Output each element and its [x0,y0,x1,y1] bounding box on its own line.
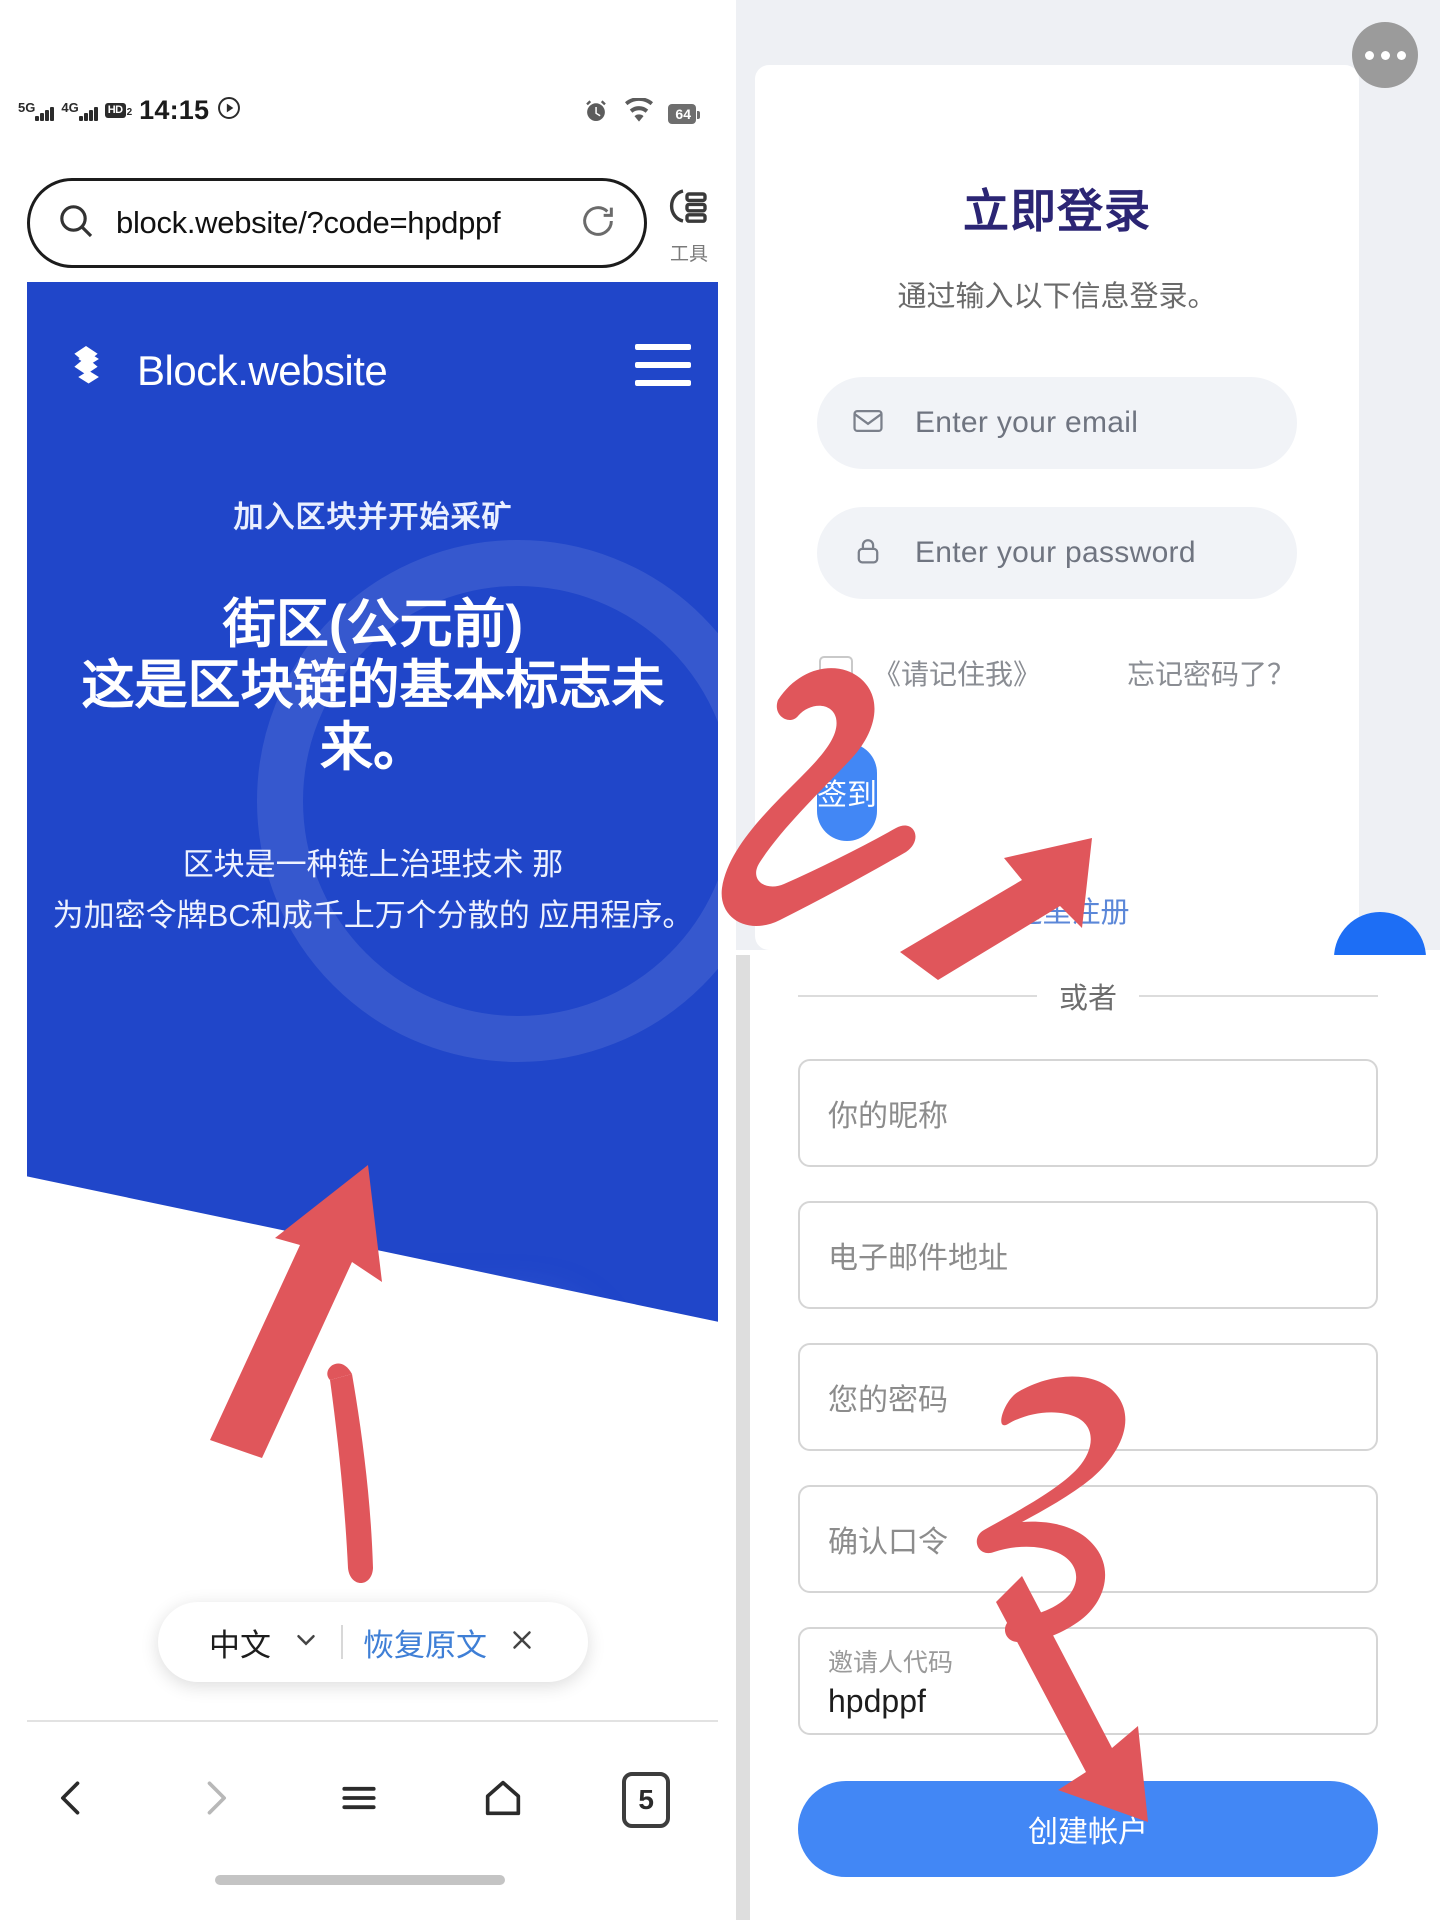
restore-original-link[interactable]: 恢复原文 [363,1620,487,1665]
url-text: block.website/?code=hpdppf [116,205,501,240]
login-submit-button[interactable]: 签到 [817,743,877,841]
register-here-link[interactable]: 在这里注册 [755,889,1359,931]
hamburger-menu-icon[interactable] [635,344,691,386]
register-password-placeholder: 您的密码 [828,1384,948,1417]
back-icon [50,1776,94,1825]
lock-icon [851,534,885,573]
translate-language-label: 中文 [209,1627,271,1663]
hd-voice-icon: HD 2 [104,103,132,118]
hero-paragraph: 区块是一种链上治理技术 那 为加密令牌BC和成千上万个分散的 应用程序。 [41,840,705,940]
close-icon[interactable] [507,1625,537,1660]
status-bar: 5G 4G HD 2 14:15 64 [0,95,718,141]
browser-url-row: block.website/?code=hpdppf 工具 [0,170,718,278]
address-bar[interactable]: block.website/?code=hpdppf [27,178,647,268]
confirm-password-input[interactable]: 确认口令 [798,1485,1378,1593]
home-button[interactable] [431,1775,575,1826]
hero-section: Block.website 加入区块并开始采矿 街区(公元前) 这是区块链的基本… [27,282,718,1322]
forward-icon [193,1776,237,1825]
forward-button[interactable] [144,1776,288,1825]
tabs-button[interactable]: 5 [574,1772,718,1828]
create-account-button[interactable]: 创建帐户 [798,1781,1378,1877]
login-screen: 立即登录 通过输入以下信息登录。 Enter your email Enter … [736,0,1440,1004]
remember-me-checkbox[interactable] [819,656,853,690]
invite-code-label: 邀请人代码 [828,1648,954,1677]
or-divider: 或者 [798,975,1379,1017]
nickname-input[interactable]: 你的昵称 [798,1059,1378,1167]
remember-me-group[interactable]: 《请记住我》 [819,653,1041,693]
invite-code-value: hpdppf [828,1682,926,1719]
login-submit-label: 签到 [817,779,877,812]
register-email-placeholder: 电子邮件地址 [828,1242,1008,1275]
tools-button[interactable]: 工具 [660,184,718,266]
battery-icon: 64 [668,103,700,124]
signal-5g-icon: 5G [18,101,55,121]
create-account-label: 创建帐户 [1028,1816,1148,1849]
invite-code-input[interactable]: 邀请人代码 hpdppf [798,1627,1378,1735]
search-icon [56,201,96,246]
nav-divider [27,1720,718,1722]
menu-icon [335,1776,383,1825]
right-phone-screenshot: 立即登录 通过输入以下信息登录。 Enter your email Enter … [736,0,1440,1920]
reload-icon[interactable] [578,201,618,246]
screen-edge-rail [736,955,750,1920]
block-logo-icon [55,337,117,404]
brand-name: Block.website [137,346,388,394]
left-phone-screenshot: 5G 4G HD 2 14:15 64 block.website/?code=… [0,0,718,1920]
home-indicator [215,1875,505,1885]
back-button[interactable] [0,1776,144,1825]
hero-headline-1: 街区(公元前) [222,595,524,654]
nickname-placeholder: 你的昵称 [828,1100,948,1133]
remember-me-label: 《请记住我》 [873,659,1042,690]
brand-logo: Block.website [55,337,388,404]
translate-bar[interactable]: 中文 恢复原文 [158,1602,588,1682]
login-card: 立即登录 通过输入以下信息登录。 Enter your email Enter … [755,65,1359,950]
forgot-password-link[interactable]: 忘记密码了？ [1127,653,1295,693]
or-divider-label: 或者 [1059,983,1118,1015]
tools-icon [665,184,713,237]
tab-count-label: 5 [622,1772,671,1828]
login-options-row: 《请记住我》 忘记密码了？ [819,653,1295,693]
hero-eyebrow: 加入区块并开始采矿 [233,501,513,534]
alarm-icon [582,97,610,130]
chevron-down-icon[interactable] [291,1625,321,1660]
browser-bottom-nav: 5 [0,1745,718,1855]
envelope-icon [851,404,885,443]
password-placeholder: Enter your password [915,536,1196,569]
tools-label: 工具 [669,244,708,265]
email-input[interactable]: Enter your email [817,377,1297,469]
play-icon [216,95,242,126]
hero-paragraph-line-1: 区块是一种链上治理技术 那 [182,847,564,883]
more-options-icon[interactable] [1352,22,1418,88]
register-password-input[interactable]: 您的密码 [798,1343,1378,1451]
signal-4g-icon: 4G [61,101,98,121]
confirm-password-placeholder: 确认口令 [828,1526,948,1559]
wifi-icon [623,97,655,129]
login-subtitle: 通过输入以下信息登录。 [897,281,1217,313]
menu-button[interactable] [287,1776,431,1825]
login-title: 立即登录 [963,185,1151,237]
register-screen: 或者 你的昵称 电子邮件地址 您的密码 确认口令 邀请人代码 hpdppf 创建… [736,955,1440,1920]
hero-paragraph-line-2: 为加密令牌BC和成千上万个分散的 应用程序。 [52,897,694,933]
register-email-input[interactable]: 电子邮件地址 [798,1201,1378,1309]
hero-headline-2: 这是区块链的基本标志未来。 [81,656,665,777]
translate-divider [341,1625,343,1659]
password-input[interactable]: Enter your password [817,507,1297,599]
email-placeholder: Enter your email [915,406,1139,439]
status-clock: 14:15 [139,95,210,125]
home-icon [479,1775,527,1826]
